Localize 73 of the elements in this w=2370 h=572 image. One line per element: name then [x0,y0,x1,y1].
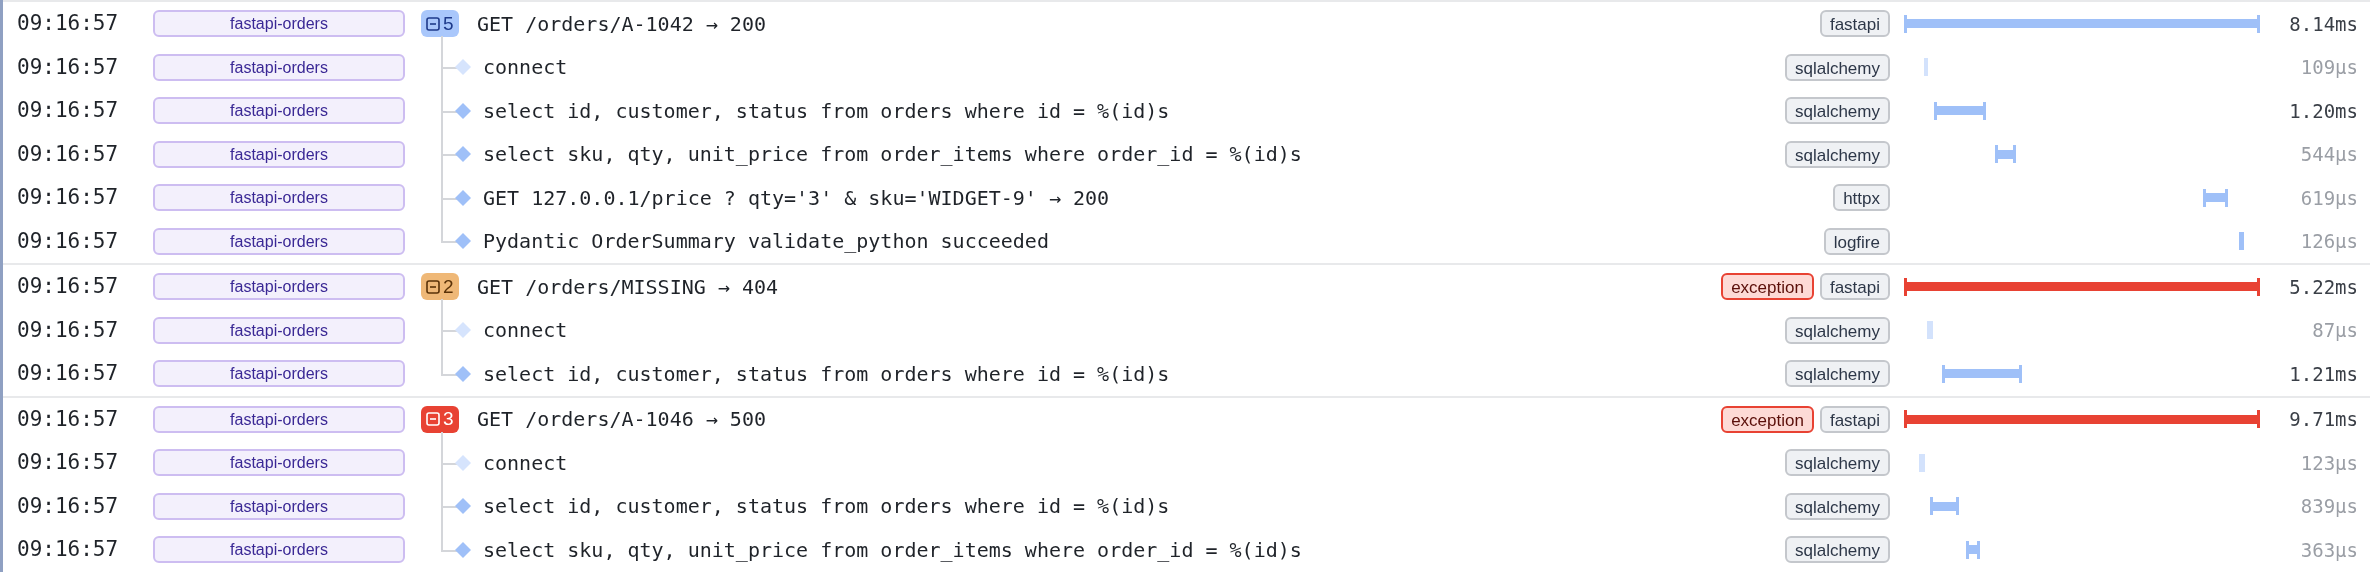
span-name[interactable]: GET /orders/MISSING → 404 [477,271,779,302]
child-span-name[interactable]: GET 127.0.0.1/price ? qty='3' & sku='WIDGET-9' → 200 [483,182,1110,213]
timestamp: 09:16:57 [16,184,120,211]
child-span-name[interactable]: select id, customer, status from orders where id = %(id)s [483,358,1170,389]
service-pill: fastapi-orders [153,97,405,125]
duration: 839µs [2299,494,2359,519]
child-span-name[interactable]: connect [483,52,568,83]
duration: 1.21ms [2288,361,2359,387]
duration: 123µs [2299,450,2359,476]
exception-tag: exception [1721,273,1814,301]
library-tag: fastapi [1819,10,1890,38]
library-tag: sqlalchemy [1784,316,1890,344]
timestamp: 09:16:57 [16,536,120,563]
service-pill: fastapi-orders [153,53,405,81]
span-name[interactable]: GET /orders/A-1046 → 500 [477,404,766,435]
timestamp: 09:16:57 [16,273,120,300]
service-pill: fastapi-orders [153,536,405,564]
span-name[interactable]: GET /orders/A-1042 → 200 [477,8,766,39]
library-tag: logfire [1823,227,1890,255]
service-pill: fastapi-orders [153,405,405,433]
collapse-toggle[interactable]: 2 [421,273,459,301]
service-pill: fastapi-orders [153,10,405,38]
duration: 126µs [2299,229,2359,254]
service-pill: fastapi-orders [153,184,405,212]
service-pill: fastapi-orders [153,227,405,255]
library-tag: sqlalchemy [1784,449,1890,477]
service-pill: fastapi-orders [153,316,405,344]
timestamp: 09:16:57 [16,360,120,387]
child-span-name[interactable]: select sku, qty, unit_price from order_items where order_id = %(id)s [483,139,1302,170]
collapse-toggle[interactable]: 3 [421,405,459,433]
service-pill: fastapi-orders [153,273,405,301]
library-tag: fastapi [1819,273,1890,301]
duration: 544µs [2299,142,2359,167]
timestamp: 09:16:57 [16,316,120,344]
duration: 9.71ms [2288,407,2359,432]
timestamp: 09:16:57 [16,492,120,520]
timestamp: 09:16:57 [16,405,120,433]
duration: 619µs [2299,185,2359,211]
minus-square-icon [426,16,440,31]
timestamp: 09:16:57 [16,227,120,255]
service-pill: fastapi-orders [153,140,405,168]
child-span-name[interactable]: select id, customer, status from orders where id = %(id)s [483,95,1170,126]
child-span-name[interactable]: connect [483,447,568,478]
library-tag: fastapi [1819,405,1890,433]
library-tag: sqlalchemy [1784,97,1890,125]
collapse-toggle[interactable]: 5 [421,10,459,38]
duration: 8.14ms [2288,11,2359,37]
library-tag: sqlalchemy [1784,140,1890,168]
duration: 1.20ms [2288,98,2359,124]
duration: 87µs [2311,318,2359,343]
child-span-name[interactable]: select id, customer, status from orders where id = %(id)s [483,491,1170,522]
timestamp: 09:16:57 [16,97,120,124]
minus-square-icon [426,279,440,294]
minus-square-icon [426,412,440,427]
service-pill: fastapi-orders [153,449,405,477]
library-tag: sqlalchemy [1784,492,1890,520]
service-pill: fastapi-orders [153,492,405,520]
child-span-name[interactable]: connect [483,315,568,346]
timestamp: 09:16:57 [16,140,120,168]
library-tag: sqlalchemy [1784,360,1890,388]
duration: 363µs [2299,537,2359,563]
timestamp: 09:16:57 [16,53,120,81]
timestamp: 09:16:57 [16,449,120,476]
duration: 109µs [2299,55,2359,80]
library-tag: sqlalchemy [1784,53,1890,81]
library-tag: sqlalchemy [1784,536,1890,564]
timestamp: 09:16:57 [16,10,120,37]
child-span-name[interactable]: select sku, qty, unit_price from order_items where order_id = %(id)s [483,534,1302,565]
duration: 5.22ms [2288,274,2359,300]
library-tag: httpx [1833,184,1890,212]
exception-tag: exception [1721,405,1814,433]
service-pill: fastapi-orders [153,360,405,388]
child-span-name[interactable]: Pydantic OrderSummary validate_python succeeded [483,226,1049,257]
